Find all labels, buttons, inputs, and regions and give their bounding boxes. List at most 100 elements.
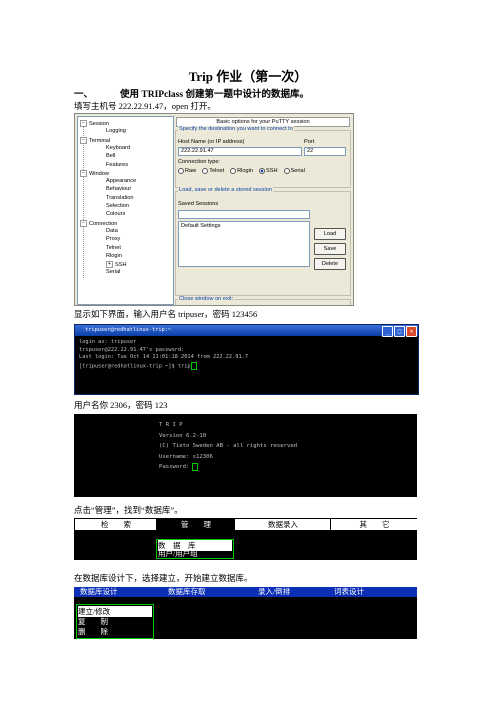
tree-item-window[interactable]: − Window [80, 169, 109, 177]
tree-item-selection[interactable]: Selection [106, 203, 129, 209]
tree-expander-icon[interactable]: − [80, 136, 87, 144]
menu-item[interactable]: 数据录入 [234, 519, 331, 530]
radio-icon[interactable] [178, 168, 184, 174]
tree-item-label: Connection [89, 220, 118, 227]
tree-item-label: Keyboard [106, 144, 130, 151]
session-list-item[interactable]: Default Settings [179, 222, 309, 230]
radio-ssh[interactable]: SSH [259, 168, 278, 174]
tree-item-label: Translation [106, 194, 134, 201]
tree-item-behaviour[interactable]: Behaviour [106, 186, 131, 192]
tree-expander-icon[interactable]: − [80, 169, 87, 177]
section-heading: 一、 使用 TRIPclass 创建第一题中设计的数据库。 [74, 86, 309, 100]
tree-item-features[interactable]: Features [106, 162, 128, 168]
menu-item[interactable]: 词表设计 [334, 587, 414, 597]
tree-item-label: Colours [106, 211, 126, 218]
port-input[interactable]: 22 [304, 147, 346, 156]
terminal-output[interactable]: login as: tripuser tripuser@222.22.91.47'… [79, 339, 248, 371]
tree-item-label: Bell [106, 153, 116, 160]
tree-expander-icon[interactable]: + [106, 261, 113, 269]
instruction-create-db: 在数据库设计下，选择建立，开始建立数据库。 [74, 573, 253, 583]
terminal-line: [tripuser@redhatlinux-trip ~]$ trip [79, 361, 248, 371]
menu-item[interactable]: 数据库设计 [80, 587, 160, 597]
tree-item-label: Proxy [106, 236, 121, 243]
connection-type-radios: Raw Telnet Rlogin SSH Serial [178, 168, 311, 174]
trip-manage-menu: 检 索管 理数据录入其 它 数 据 库用户/用户组 [74, 518, 417, 560]
tree-item-label: Window [89, 170, 109, 177]
stored-session-group-label: Load, save or delete a stored session [178, 187, 273, 193]
connection-type-label: Connection type: [178, 159, 220, 165]
tree-item-session[interactable]: − Session [80, 120, 109, 127]
dropdown-item[interactable]: 删 除 [78, 626, 152, 637]
trip-line-text: Version 6.2-10 [159, 432, 207, 439]
host-name-label: Host Name (or IP address) [178, 139, 245, 145]
tree-expander-icon[interactable]: − [80, 120, 87, 127]
radio-raw[interactable]: Raw [178, 168, 196, 174]
port-label: Port [304, 139, 315, 145]
tree-item-ssh[interactable]: + SSH [106, 261, 127, 269]
trip-line: Username: s12306 [159, 452, 297, 463]
radio-icon[interactable] [283, 168, 290, 174]
tree-item-connection[interactable]: − Connection [80, 219, 118, 227]
tree-item-label: Data [106, 227, 118, 234]
tree-item-appearance[interactable]: Appearance [106, 178, 136, 184]
save-button[interactable]: Save [314, 243, 346, 255]
radio-icon[interactable] [202, 168, 209, 174]
radio-rlogin[interactable]: Rlogin [230, 168, 253, 174]
trip-menubar: 检 索管 理数据录入其 它 [74, 518, 417, 531]
tree-item-terminal[interactable]: − Terminal [80, 136, 110, 144]
saved-session-input[interactable] [178, 210, 310, 219]
radio-serial[interactable]: Serial [283, 168, 305, 174]
tree-expander-icon[interactable]: − [80, 219, 87, 227]
tree-item-bell[interactable]: Bell [106, 153, 115, 159]
radio-telnet[interactable]: Telnet [202, 168, 224, 174]
destination-group-label: Specify the destination you want to conn… [178, 126, 294, 132]
tree-item-label: Telnet [106, 244, 121, 251]
menu-item[interactable]: 数据库存取 [168, 587, 248, 597]
destination-group: Specify the destination you want to conn… [175, 126, 351, 188]
tree-item-serial[interactable]: Serial [106, 269, 120, 275]
terminal-line-text: [tripuser@redhatlinux-trip ~]$ trip [79, 363, 191, 369]
terminal-title-bar: tripuser@redhatlinux-trip:~ _ □ × [75, 325, 418, 337]
instruction-host: 填写主机号 222.22.91.47，open 打开。 [74, 101, 216, 111]
radio-label: SSH [266, 168, 278, 175]
load-button[interactable]: Load [314, 228, 346, 240]
delete-button[interactable]: Delete [314, 258, 346, 270]
tree-item-colours[interactable]: Colours [106, 211, 125, 217]
close-window-label: Close window on exit: [178, 296, 235, 302]
tree-item-keyboard[interactable]: Keyboard [106, 145, 130, 151]
radio-label: Rlogin [237, 168, 253, 175]
tree-item-logging[interactable]: Logging [106, 128, 126, 134]
maximize-icon[interactable]: □ [394, 326, 405, 337]
instruction-trip-user: 用户名你 2306，密码 123 [74, 400, 168, 410]
terminal-line: tripuser@222.22.91.47's password: [79, 347, 248, 355]
trip-line-text: T R I P [159, 422, 183, 428]
terminal-line: Last login: Tue Oct 14 11:01:18 2014 fro… [79, 354, 248, 362]
tree-item-proxy[interactable]: Proxy [106, 236, 120, 242]
tree-item-data[interactable]: Data [106, 228, 118, 234]
minimize-icon[interactable]: _ [382, 326, 393, 337]
host-name-input[interactable]: 222.22.91.47 [178, 147, 302, 156]
trip-login-text[interactable]: T R I P Version 6.2-10 (C) Tieto Sweden AB… [159, 420, 297, 473]
tree-item-translation[interactable]: Translation [106, 195, 133, 201]
close-icon[interactable]: × [406, 326, 417, 337]
radio-icon[interactable] [230, 168, 237, 174]
dropdown-item[interactable]: 用户/用户组 [158, 548, 232, 559]
trip-db-design-menu: 数据库设计 数据库存取 录入/倒排 词表设计 建立/修改复 制删 除 [74, 587, 417, 639]
trip-line: (C) Tieto Sweden AB - all rights reserve… [159, 441, 297, 452]
section-number: 一、 [74, 90, 94, 100]
category-tree: − Session Logging − Terminal Keyboard Bell Feat… [77, 116, 174, 305]
menu-item[interactable]: 检 索 [74, 519, 157, 530]
ssh-terminal-window: tripuser@redhatlinux-trip:~ _ □ × login … [74, 324, 419, 395]
cursor-icon [192, 462, 199, 471]
page-title: Trip 作业（第一次） [188, 69, 308, 84]
radio-icon[interactable] [259, 168, 265, 174]
terminal-title: tripuser@redhatlinux-trip:~ [85, 327, 172, 333]
menu-item[interactable]: 录入/倒排 [258, 587, 338, 597]
radio-label: Telnet [209, 168, 225, 175]
terminal-line: login as: tripuser [79, 339, 248, 347]
menu-item[interactable]: 其 它 [330, 519, 417, 530]
tree-item-rlogin[interactable]: Rlogin [106, 253, 122, 259]
menu-item[interactable]: 管 理 [156, 519, 235, 530]
saved-sessions-list[interactable]: Default Settings [178, 221, 310, 267]
tree-item-telnet[interactable]: Telnet [106, 245, 121, 251]
